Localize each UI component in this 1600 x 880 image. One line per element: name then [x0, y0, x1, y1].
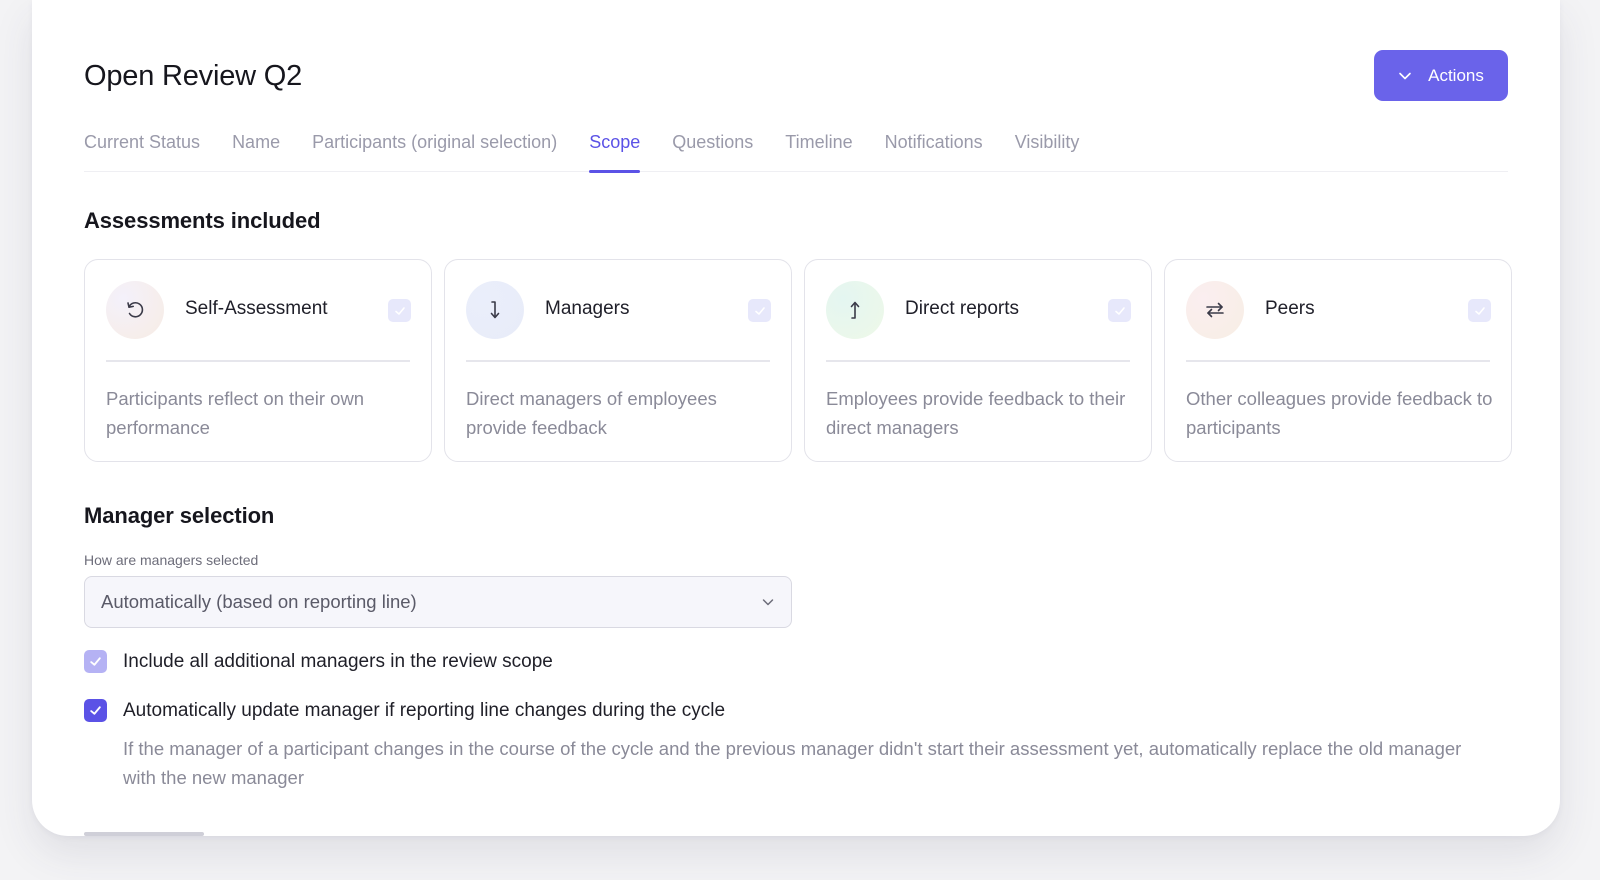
next-section-heading-cut — [84, 826, 224, 836]
manager-selection-label: How are managers selected — [84, 552, 259, 568]
card-title: Managers — [545, 298, 630, 319]
include-additional-managers-label: Include all additional managers in the r… — [123, 650, 553, 672]
card-self-assessment[interactable]: Self-Assessment Participants reflect on … — [84, 259, 432, 462]
swap-arrows-icon — [1186, 281, 1244, 339]
actions-button-label: Actions — [1428, 65, 1484, 85]
actions-button[interactable]: Actions — [1374, 50, 1508, 101]
include-additional-managers-checkbox[interactable] — [84, 650, 107, 673]
tab-scope[interactable]: Scope — [589, 128, 641, 173]
dropdown-value: Automatically (based on reporting line) — [101, 591, 417, 612]
auto-update-manager-option[interactable]: Automatically update manager if reportin… — [84, 699, 725, 722]
tab-participants[interactable]: Participants (original selection) — [312, 128, 557, 172]
card-peers[interactable]: Peers Other colleagues provide feedback … — [1164, 259, 1512, 462]
chevron-down-icon — [1399, 72, 1411, 79]
auto-update-manager-help: If the manager of a participant changes … — [123, 738, 1462, 788]
page-title: Open Review Q2 — [84, 60, 303, 92]
arrow-down-icon — [466, 281, 524, 339]
card-checkbox[interactable] — [1108, 299, 1131, 322]
include-additional-managers-option[interactable]: Include all additional managers in the r… — [84, 650, 553, 673]
card-description: Direct managers of employees provide fee… — [466, 388, 717, 438]
tab-name[interactable]: Name — [232, 128, 280, 172]
card-divider — [106, 360, 410, 362]
tab-questions[interactable]: Questions — [672, 128, 753, 172]
auto-update-manager-checkbox[interactable] — [84, 699, 107, 722]
card-divider — [826, 360, 1130, 362]
settings-tabs: Current Status Name Participants (origin… — [84, 128, 1508, 173]
card-divider — [466, 360, 770, 362]
manager-selection-heading: Manager selection — [84, 503, 275, 528]
auto-update-manager-label: Automatically update manager if reportin… — [123, 699, 726, 721]
card-managers[interactable]: Managers Direct managers of employees pr… — [444, 259, 792, 462]
card-checkbox[interactable] — [748, 299, 771, 322]
card-description: Participants reflect on their own perfor… — [106, 388, 365, 438]
card-description: Employees provide feedback to their dire… — [826, 388, 1126, 438]
manager-selection-dropdown[interactable]: Automatically (based on reporting line) — [84, 576, 792, 628]
chevron-down-icon — [762, 599, 774, 606]
card-title: Direct reports — [905, 298, 1020, 319]
card-divider — [1186, 360, 1490, 362]
card-checkbox[interactable] — [388, 299, 411, 322]
tab-timeline[interactable]: Timeline — [785, 128, 852, 172]
arrow-up-icon — [826, 281, 884, 339]
card-checkbox[interactable] — [1468, 299, 1491, 322]
card-description: Other colleagues provide feedback to par… — [1186, 388, 1493, 438]
card-title: Peers — [1265, 298, 1315, 319]
assessments-heading: Assessments included — [84, 208, 321, 233]
card-direct-reports[interactable]: Direct reports Employees provide feedbac… — [804, 259, 1152, 462]
review-settings-panel: Open Review Q2 Actions Current Status Na… — [32, 0, 1560, 836]
tab-notifications[interactable]: Notifications — [885, 128, 983, 172]
tab-visibility[interactable]: Visibility — [1015, 128, 1080, 172]
rotate-ccw-icon — [106, 281, 164, 339]
tab-current-status[interactable]: Current Status — [84, 128, 200, 172]
card-title: Self-Assessment — [185, 298, 328, 319]
assessment-cards: Self-Assessment Participants reflect on … — [84, 259, 1512, 462]
